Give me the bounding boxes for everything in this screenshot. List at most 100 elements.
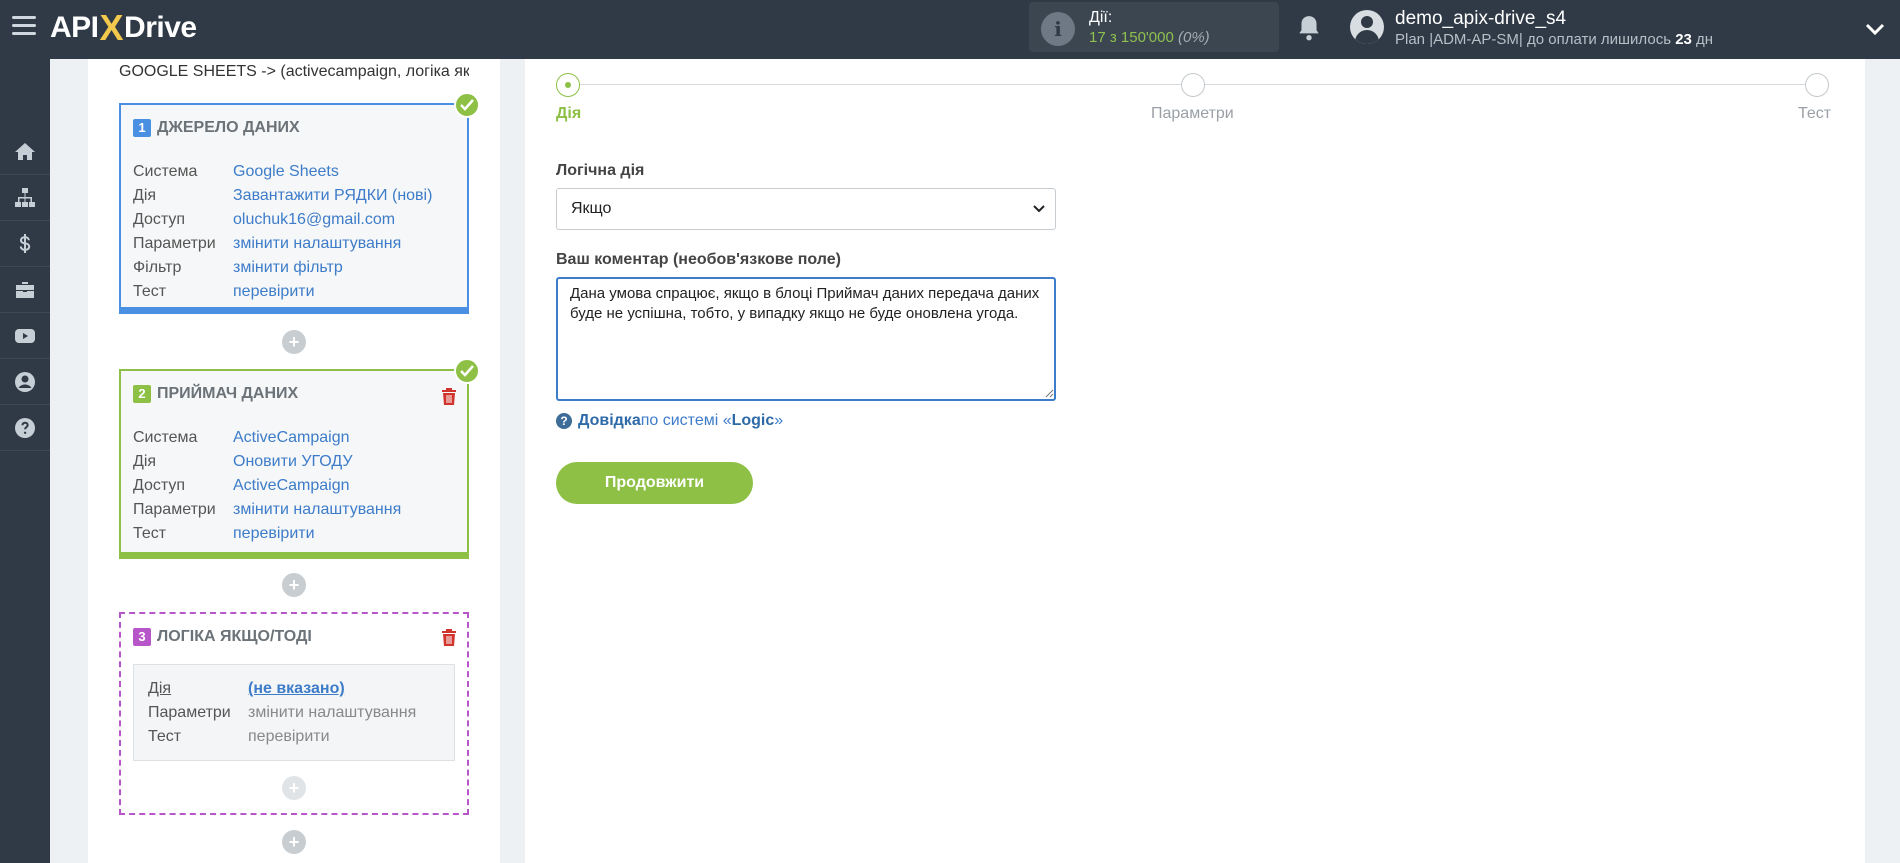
sidebar-item-billing[interactable]	[0, 221, 50, 267]
logic-action-label: Логічна дія	[556, 162, 645, 179]
logo-x: X	[99, 7, 124, 48]
destination-action-link[interactable]: Оновити УГОДУ	[233, 450, 353, 474]
help-system-name: Logic	[731, 412, 775, 429]
source-card-title: 1 ДЖЕРЕЛО ДАНИХ	[133, 119, 300, 137]
sitemap-icon	[15, 187, 35, 207]
trash-icon[interactable]	[441, 387, 457, 405]
step-dot-action[interactable]	[556, 73, 580, 97]
source-row-params: Параметри змінити налаштування	[133, 232, 432, 256]
info-icon: i	[1041, 12, 1075, 46]
source-title: ДЖЕРЕЛО ДАНИХ	[157, 119, 300, 136]
bell-icon[interactable]	[1296, 14, 1322, 42]
help-link[interactable]: ? Довідка по системі «Logic»	[556, 412, 783, 430]
chevron-down-icon[interactable]	[1864, 18, 1886, 40]
sidebar	[0, 59, 50, 863]
add-block-button[interactable]: +	[282, 830, 306, 854]
user-plan: Plan |ADM-AP-SM| до оплати лишилось 23 д…	[1395, 31, 1714, 48]
sidebar-item-profile[interactable]	[0, 359, 50, 405]
destination-number: 2	[133, 385, 151, 403]
logic-test-link[interactable]: перевірити	[248, 725, 330, 749]
logic-details: Дія (не вказано) Параметри змінити налашту…	[133, 664, 455, 761]
continue-button[interactable]: Продовжити	[556, 462, 753, 504]
source-test-link[interactable]: перевірити	[233, 280, 315, 304]
destination-test-link[interactable]: перевірити	[233, 522, 315, 546]
trash-icon[interactable]	[441, 628, 457, 646]
step-label-test[interactable]: Тест	[1798, 105, 1831, 123]
sidebar-item-tools[interactable]	[0, 267, 50, 313]
sidebar-item-connections[interactable]	[0, 175, 50, 221]
destination-row-access: Доступ ActiveCampaign	[133, 474, 401, 498]
user-name[interactable]: demo_apix-drive_s4	[1395, 8, 1566, 30]
logic-card[interactable]: 3 ЛОГІКА ЯКЩО/ТОДІ Дія (не вказано) Парам…	[119, 612, 469, 815]
destination-row-test: Тест перевірити	[133, 522, 401, 546]
flow-panel: GOOGLE SHEETS -> (activecampaign, логіка…	[88, 59, 500, 863]
actions-count: 17 з 150'000 (0%)	[1089, 29, 1210, 46]
step-label-params[interactable]: Параметри	[1151, 105, 1234, 123]
main-panel: Дія Параметри Тест Логічна дія Якщо Ваш …	[525, 59, 1865, 863]
step-dot-test[interactable]	[1805, 73, 1829, 97]
briefcase-icon	[16, 281, 34, 298]
add-inner-block-button[interactable]: +	[282, 776, 306, 800]
question-icon: ?	[556, 413, 572, 429]
source-row-action: Дія Завантажити РЯДКИ (нові)	[133, 184, 432, 208]
add-block-button[interactable]: +	[282, 330, 306, 354]
flow-breadcrumb[interactable]: GOOGLE SHEETS -> (activecampaign, логіка…	[119, 63, 469, 81]
youtube-icon	[15, 328, 35, 343]
destination-row-action: Дія Оновити УГОДУ	[133, 450, 401, 474]
logic-params-link[interactable]: змінити налаштування	[248, 701, 416, 725]
sidebar-item-video[interactable]	[0, 313, 50, 359]
source-action-link[interactable]: Завантажити РЯДКИ (нові)	[233, 184, 432, 208]
logic-action-link[interactable]: (не вказано)	[248, 677, 345, 701]
help-circle-icon	[15, 417, 35, 438]
logic-number: 3	[133, 628, 151, 646]
source-row-test: Тест перевірити	[133, 280, 432, 304]
destination-check-icon	[454, 358, 480, 384]
source-access-link[interactable]: oluchuk16@gmail.com	[233, 208, 395, 232]
source-row-access: Доступ oluchuk16@gmail.com	[133, 208, 432, 232]
destination-row-system: Система ActiveCampaign	[133, 426, 401, 450]
source-check-icon	[454, 92, 480, 118]
source-number: 1	[133, 119, 151, 137]
resize-grip-icon[interactable]	[1045, 389, 1054, 398]
top-bar: API X Drive i Дії: 17 з 150'000 (0%) demo_…	[0, 0, 1900, 59]
logic-action-value: Якщо	[571, 200, 612, 217]
avatar[interactable]	[1350, 10, 1384, 44]
logic-card-title: 3 ЛОГІКА ЯКЩО/ТОДІ	[133, 628, 312, 646]
chevron-down-icon	[1033, 205, 1045, 213]
help-link-text[interactable]: Довідка	[578, 412, 641, 430]
logo-suffix: Drive	[124, 11, 197, 44]
source-row-filter: Фільтр змінити фільтр	[133, 256, 432, 280]
logo[interactable]: API X Drive	[50, 7, 197, 48]
source-card[interactable]: 1 ДЖЕРЕЛО ДАНИХ Система Google Sheets Дія…	[119, 103, 469, 314]
actions-counter: i Дії: 17 з 150'000 (0%)	[1029, 2, 1279, 52]
add-block-button[interactable]: +	[282, 573, 306, 597]
destination-card[interactable]: 2 ПРИЙМАЧ ДАНИХ Система ActiveCampaign Ді…	[119, 369, 469, 559]
logo-prefix: API	[50, 11, 99, 44]
source-filter-link[interactable]: змінити фільтр	[233, 256, 343, 280]
logic-action-select[interactable]: Якщо	[556, 188, 1056, 230]
comment-label: Ваш коментар (необов'язкове поле)	[556, 251, 841, 268]
destination-row-params: Параметри змінити налаштування	[133, 498, 401, 522]
logic-row-test: Тест перевірити	[148, 725, 416, 749]
source-row-system: Система Google Sheets	[133, 160, 432, 184]
destination-system-link[interactable]: ActiveCampaign	[233, 426, 350, 450]
destination-access-link[interactable]: ActiveCampaign	[233, 474, 350, 498]
sidebar-item-home[interactable]	[0, 129, 50, 175]
home-icon	[15, 142, 35, 160]
logic-row-action: Дія (не вказано)	[148, 677, 416, 701]
sidebar-item-help[interactable]	[0, 405, 50, 451]
destination-card-title: 2 ПРИЙМАЧ ДАНИХ	[133, 385, 298, 403]
logic-row-params: Параметри змінити налаштування	[148, 701, 416, 725]
step-dot-params[interactable]	[1181, 73, 1205, 97]
menu-icon[interactable]	[12, 16, 36, 36]
comment-textarea[interactable]: Дана умова спрацює, якщо в блоці Приймач…	[556, 277, 1056, 401]
dollar-icon	[19, 233, 31, 253]
destination-params-link[interactable]: змінити налаштування	[233, 498, 401, 522]
step-label-action[interactable]: Дія	[556, 105, 581, 123]
destination-title: ПРИЙМАЧ ДАНИХ	[157, 385, 299, 402]
source-system-link[interactable]: Google Sheets	[233, 160, 339, 184]
user-circle-icon	[15, 371, 35, 392]
logic-title: ЛОГІКА ЯКЩО/ТОДІ	[157, 628, 312, 645]
actions-label: Дії:	[1089, 9, 1113, 26]
source-params-link[interactable]: змінити налаштування	[233, 232, 401, 256]
